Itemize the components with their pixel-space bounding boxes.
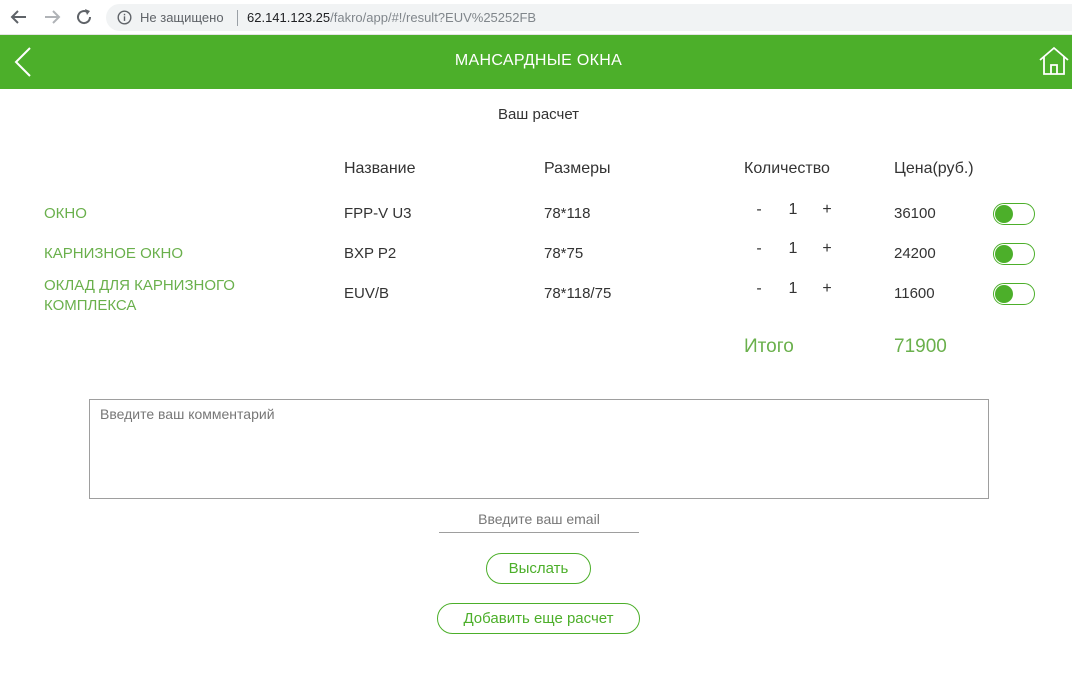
toggle-knob	[995, 245, 1013, 263]
address-separator	[237, 10, 238, 26]
quantity-increase-button[interactable]: +	[820, 280, 834, 298]
product-model: BXP P2	[344, 245, 397, 262]
column-header-quantity: Количество	[744, 160, 830, 177]
quantity-value: 1	[788, 240, 798, 257]
browser-toolbar: Не защищено 62.141.123.25/fakro/app/#!/r…	[0, 0, 1072, 35]
total-label: Итого	[744, 336, 794, 357]
product-title: КАРНИЗНОЕ ОКНО	[44, 245, 183, 262]
include-toggle[interactable]	[993, 283, 1035, 305]
url-host: 62.141.123.25	[247, 10, 331, 25]
add-calculation-button[interactable]: Добавить еще расчет	[437, 603, 640, 634]
toggle-knob	[995, 285, 1013, 303]
product-title: ОКНО	[44, 205, 87, 222]
table-row: ОКЛАД ДЛЯ КАРНИЗНОГО КОМПЛЕКСА EUV/B 78*…	[0, 276, 1072, 316]
column-header-size: Размеры	[544, 160, 611, 177]
column-header-name: Название	[344, 160, 416, 177]
comment-field[interactable]	[89, 399, 989, 499]
product-price: 24200	[894, 245, 936, 262]
home-icon[interactable]	[1037, 45, 1071, 77]
product-price: 11600	[894, 285, 935, 302]
product-model: EUV/B	[344, 285, 390, 302]
include-toggle[interactable]	[993, 243, 1035, 265]
include-toggle[interactable]	[993, 203, 1035, 225]
quantity-increase-button[interactable]: +	[820, 240, 834, 258]
security-status[interactable]: Не защищено	[140, 10, 224, 25]
quantity-decrease-button[interactable]: -	[752, 240, 766, 258]
product-title: ОКЛАД ДЛЯ КАРНИЗНОГО КОМПЛЕКСА	[44, 277, 235, 314]
calculation-subtitle: Ваш расчет	[497, 106, 580, 123]
reload-icon[interactable]	[73, 6, 95, 28]
product-model: FPP-V U3	[344, 205, 412, 222]
quantity-increase-button[interactable]: +	[820, 201, 834, 219]
quantity-decrease-button[interactable]: -	[752, 201, 766, 219]
info-icon[interactable]	[117, 10, 132, 25]
product-size: 78*75	[544, 245, 584, 262]
page-title: МАНСАРДНЫЕ ОКНА	[454, 52, 623, 69]
table-row: ОКНО FPP-V U3 78*118 - 1 + 36100	[0, 198, 1072, 238]
column-header-price: Цена(руб.)	[894, 160, 974, 177]
product-size: 78*118/75	[544, 285, 612, 302]
quantity-decrease-button[interactable]: -	[752, 280, 766, 298]
url-path: /fakro/app/#!/result?EUV%25252FB	[330, 10, 537, 25]
quantity-value: 1	[788, 280, 798, 297]
arrow-right-icon[interactable]	[41, 6, 63, 28]
product-price: 36100	[894, 205, 936, 222]
quantity-value: 1	[788, 201, 798, 218]
address-bar[interactable]: Не защищено 62.141.123.25/fakro/app/#!/r…	[106, 4, 1072, 31]
arrow-left-icon[interactable]	[8, 6, 30, 28]
email-field[interactable]	[439, 506, 639, 533]
toggle-knob	[995, 205, 1013, 223]
total-value: 71900	[894, 336, 947, 357]
send-button[interactable]: Выслать	[486, 553, 591, 584]
product-size: 78*118	[544, 205, 591, 222]
table-row: КАРНИЗНОЕ ОКНО BXP P2 78*75 - 1 + 24200	[0, 238, 1072, 278]
app-header: МАНСАРДНЫЕ ОКНА	[0, 35, 1072, 89]
url-text[interactable]: 62.141.123.25/fakro/app/#!/result?EUV%25…	[247, 10, 536, 25]
